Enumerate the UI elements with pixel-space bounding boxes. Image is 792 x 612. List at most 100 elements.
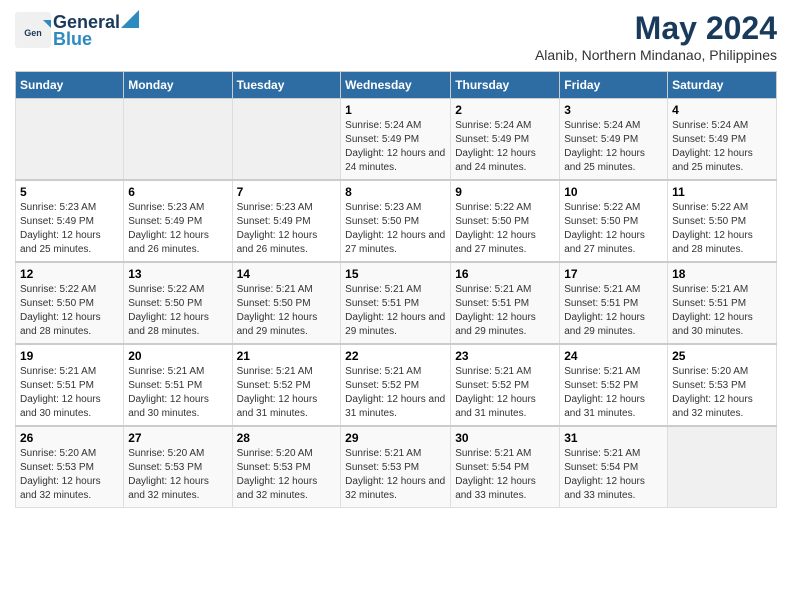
calendar-cell: 29 Sunrise: 5:21 AMSunset: 5:53 PMDayligh… <box>341 426 451 508</box>
day-number: 12 <box>20 267 119 281</box>
calendar-cell: 20Sunrise: 5:21 AMSunset: 5:51 PMDayligh… <box>124 344 232 426</box>
day-info: Sunrise: 5:21 AMSunset: 5:51 PMDaylight:… <box>455 283 555 339</box>
day-info: Sunrise: 5:20 AMSunset: 5:53 PMDaylight:… <box>672 365 772 421</box>
calendar-cell: 18 Sunrise: 5:21 AMSunset: 5:51 PMDayligh… <box>668 262 777 344</box>
day-number: 2 <box>455 103 555 117</box>
day-number: 15 <box>345 267 446 281</box>
day-info: Sunrise: 5:22 AMSunset: 5:50 PMDaylight:… <box>455 201 555 257</box>
day-info: Sunrise: 5:23 AMSunset: 5:49 PMDaylight:… <box>128 201 227 257</box>
calendar-cell: 6 Sunrise: 5:23 AMSunset: 5:49 PMDaylight… <box>124 180 232 262</box>
calendar-cell: 27 Sunrise: 5:20 AMSunset: 5:53 PMDayligh… <box>124 426 232 508</box>
day-info: Sunrise: 5:23 AMSunset: 5:49 PMDaylight:… <box>237 201 337 257</box>
day-number: 3 <box>564 103 663 117</box>
day-number: 18 <box>672 267 772 281</box>
calendar-cell: 4 Sunrise: 5:24 AMSunset: 5:49 PMDaylight… <box>668 99 777 181</box>
calendar-cell: 8 Sunrise: 5:23 AMSunset: 5:50 PMDaylight… <box>341 180 451 262</box>
calendar-week-row: 19Sunrise: 5:21 AMSunset: 5:51 PMDayligh… <box>16 344 777 426</box>
day-number: 11 <box>672 185 772 199</box>
day-info: Sunrise: 5:21 AMSunset: 5:54 PMDaylight:… <box>455 447 555 503</box>
page-header: Gen General Blue May 2024 Alanib, Northe… <box>15 10 777 63</box>
header-tuesday: Tuesday <box>232 72 341 99</box>
calendar-cell: 11 Sunrise: 5:22 AMSunset: 5:50 PMDayligh… <box>668 180 777 262</box>
day-info: Sunrise: 5:21 AMSunset: 5:52 PMDaylight:… <box>564 365 663 421</box>
logo-icon: Gen <box>15 12 51 48</box>
day-number: 29 <box>345 431 446 445</box>
calendar-header-row: SundayMondayTuesdayWednesdayThursdayFrid… <box>16 72 777 99</box>
day-info: Sunrise: 5:21 AMSunset: 5:52 PMDaylight:… <box>345 365 446 421</box>
calendar-cell: 28 Sunrise: 5:20 AMSunset: 5:53 PMDayligh… <box>232 426 341 508</box>
title-section: May 2024 Alanib, Northern Mindanao, Phil… <box>535 10 777 63</box>
calendar-cell: 13 Sunrise: 5:22 AMSunset: 5:50 PMDayligh… <box>124 262 232 344</box>
day-number: 8 <box>345 185 446 199</box>
day-number: 23 <box>455 349 555 363</box>
day-number: 26 <box>20 431 119 445</box>
calendar-table: SundayMondayTuesdayWednesdayThursdayFrid… <box>15 71 777 508</box>
day-info: Sunrise: 5:22 AMSunset: 5:50 PMDaylight:… <box>672 201 772 257</box>
calendar-cell: 21 Sunrise: 5:21 AMSunset: 5:52 PMDayligh… <box>232 344 341 426</box>
calendar-cell: 31Sunrise: 5:21 AMSunset: 5:54 PMDayligh… <box>560 426 668 508</box>
day-info: Sunrise: 5:21 AMSunset: 5:52 PMDaylight:… <box>455 365 555 421</box>
day-info: Sunrise: 5:22 AMSunset: 5:50 PMDaylight:… <box>564 201 663 257</box>
header-sunday: Sunday <box>16 72 124 99</box>
day-info: Sunrise: 5:22 AMSunset: 5:50 PMDaylight:… <box>128 283 227 339</box>
day-number: 22 <box>345 349 446 363</box>
header-thursday: Thursday <box>451 72 560 99</box>
day-info: Sunrise: 5:23 AMSunset: 5:50 PMDaylight:… <box>345 201 446 257</box>
logo: Gen General Blue <box>15 10 140 50</box>
header-friday: Friday <box>560 72 668 99</box>
calendar-cell: 22 Sunrise: 5:21 AMSunset: 5:52 PMDayligh… <box>341 344 451 426</box>
day-info: Sunrise: 5:24 AMSunset: 5:49 PMDaylight:… <box>455 119 555 175</box>
calendar-cell <box>668 426 777 508</box>
day-number: 4 <box>672 103 772 117</box>
day-info: Sunrise: 5:20 AMSunset: 5:53 PMDaylight:… <box>20 447 119 503</box>
day-number: 25 <box>672 349 772 363</box>
day-number: 1 <box>345 103 446 117</box>
calendar-cell <box>232 99 341 181</box>
day-number: 13 <box>128 267 227 281</box>
day-info: Sunrise: 5:21 AMSunset: 5:52 PMDaylight:… <box>237 365 337 421</box>
day-number: 28 <box>237 431 337 445</box>
day-info: Sunrise: 5:20 AMSunset: 5:53 PMDaylight:… <box>237 447 337 503</box>
day-number: 30 <box>455 431 555 445</box>
calendar-cell: 14 Sunrise: 5:21 AMSunset: 5:50 PMDayligh… <box>232 262 341 344</box>
calendar-cell: 30 Sunrise: 5:21 AMSunset: 5:54 PMDayligh… <box>451 426 560 508</box>
calendar-cell: 5Sunrise: 5:23 AMSunset: 5:49 PMDaylight… <box>16 180 124 262</box>
calendar-cell: 1 Sunrise: 5:24 AMSunset: 5:49 PMDaylight… <box>341 99 451 181</box>
calendar-cell: 24 Sunrise: 5:21 AMSunset: 5:52 PMDayligh… <box>560 344 668 426</box>
calendar-cell: 16Sunrise: 5:21 AMSunset: 5:51 PMDayligh… <box>451 262 560 344</box>
day-number: 6 <box>128 185 227 199</box>
calendar-cell: 7Sunrise: 5:23 AMSunset: 5:49 PMDaylight… <box>232 180 341 262</box>
day-info: Sunrise: 5:24 AMSunset: 5:49 PMDaylight:… <box>345 119 446 175</box>
calendar-week-row: 26 Sunrise: 5:20 AMSunset: 5:53 PMDayligh… <box>16 426 777 508</box>
calendar-week-row: 12 Sunrise: 5:22 AMSunset: 5:50 PMDayligh… <box>16 262 777 344</box>
svg-text:Gen: Gen <box>24 28 42 38</box>
day-number: 5 <box>20 185 119 199</box>
header-wednesday: Wednesday <box>341 72 451 99</box>
header-saturday: Saturday <box>668 72 777 99</box>
day-number: 24 <box>564 349 663 363</box>
calendar-cell: 12Sunrise: 5:22 AMSunset: 5:50 PMDayligh… <box>16 262 124 344</box>
header-monday: Monday <box>124 72 232 99</box>
calendar-cell: 25 Sunrise: 5:20 AMSunset: 5:53 PMDayligh… <box>668 344 777 426</box>
calendar-cell <box>16 99 124 181</box>
day-number: 21 <box>237 349 337 363</box>
day-number: 9 <box>455 185 555 199</box>
calendar-cell: 23 Sunrise: 5:21 AMSunset: 5:52 PMDayligh… <box>451 344 560 426</box>
day-info: Sunrise: 5:21 AMSunset: 5:51 PMDaylight:… <box>672 283 772 339</box>
day-info: Sunrise: 5:21 AMSunset: 5:50 PMDaylight:… <box>237 283 337 339</box>
calendar-cell: 19Sunrise: 5:21 AMSunset: 5:51 PMDayligh… <box>16 344 124 426</box>
calendar-week-row: 5 Sunrise: 5:23 AMSunset: 5:49 PMDaylight… <box>16 180 777 262</box>
day-info: Sunrise: 5:24 AMSunset: 5:49 PMDaylight:… <box>672 119 772 175</box>
calendar-cell: 3Sunrise: 5:24 AMSunset: 5:49 PMDaylight… <box>560 99 668 181</box>
day-info: Sunrise: 5:21 AMSunset: 5:51 PMDaylight:… <box>564 283 663 339</box>
day-number: 10 <box>564 185 663 199</box>
calendar-week-row: 1 Sunrise: 5:24 AMSunset: 5:49 PMDaylight… <box>16 99 777 181</box>
page-title: May 2024 <box>535 10 777 47</box>
day-number: 27 <box>128 431 227 445</box>
day-info: Sunrise: 5:20 AMSunset: 5:53 PMDaylight:… <box>128 447 227 503</box>
day-number: 14 <box>237 267 337 281</box>
logo-triangle-icon <box>121 10 139 28</box>
day-info: Sunrise: 5:21 AMSunset: 5:54 PMDaylight:… <box>564 447 663 503</box>
day-number: 17 <box>564 267 663 281</box>
day-info: Sunrise: 5:21 AMSunset: 5:53 PMDaylight:… <box>345 447 446 503</box>
